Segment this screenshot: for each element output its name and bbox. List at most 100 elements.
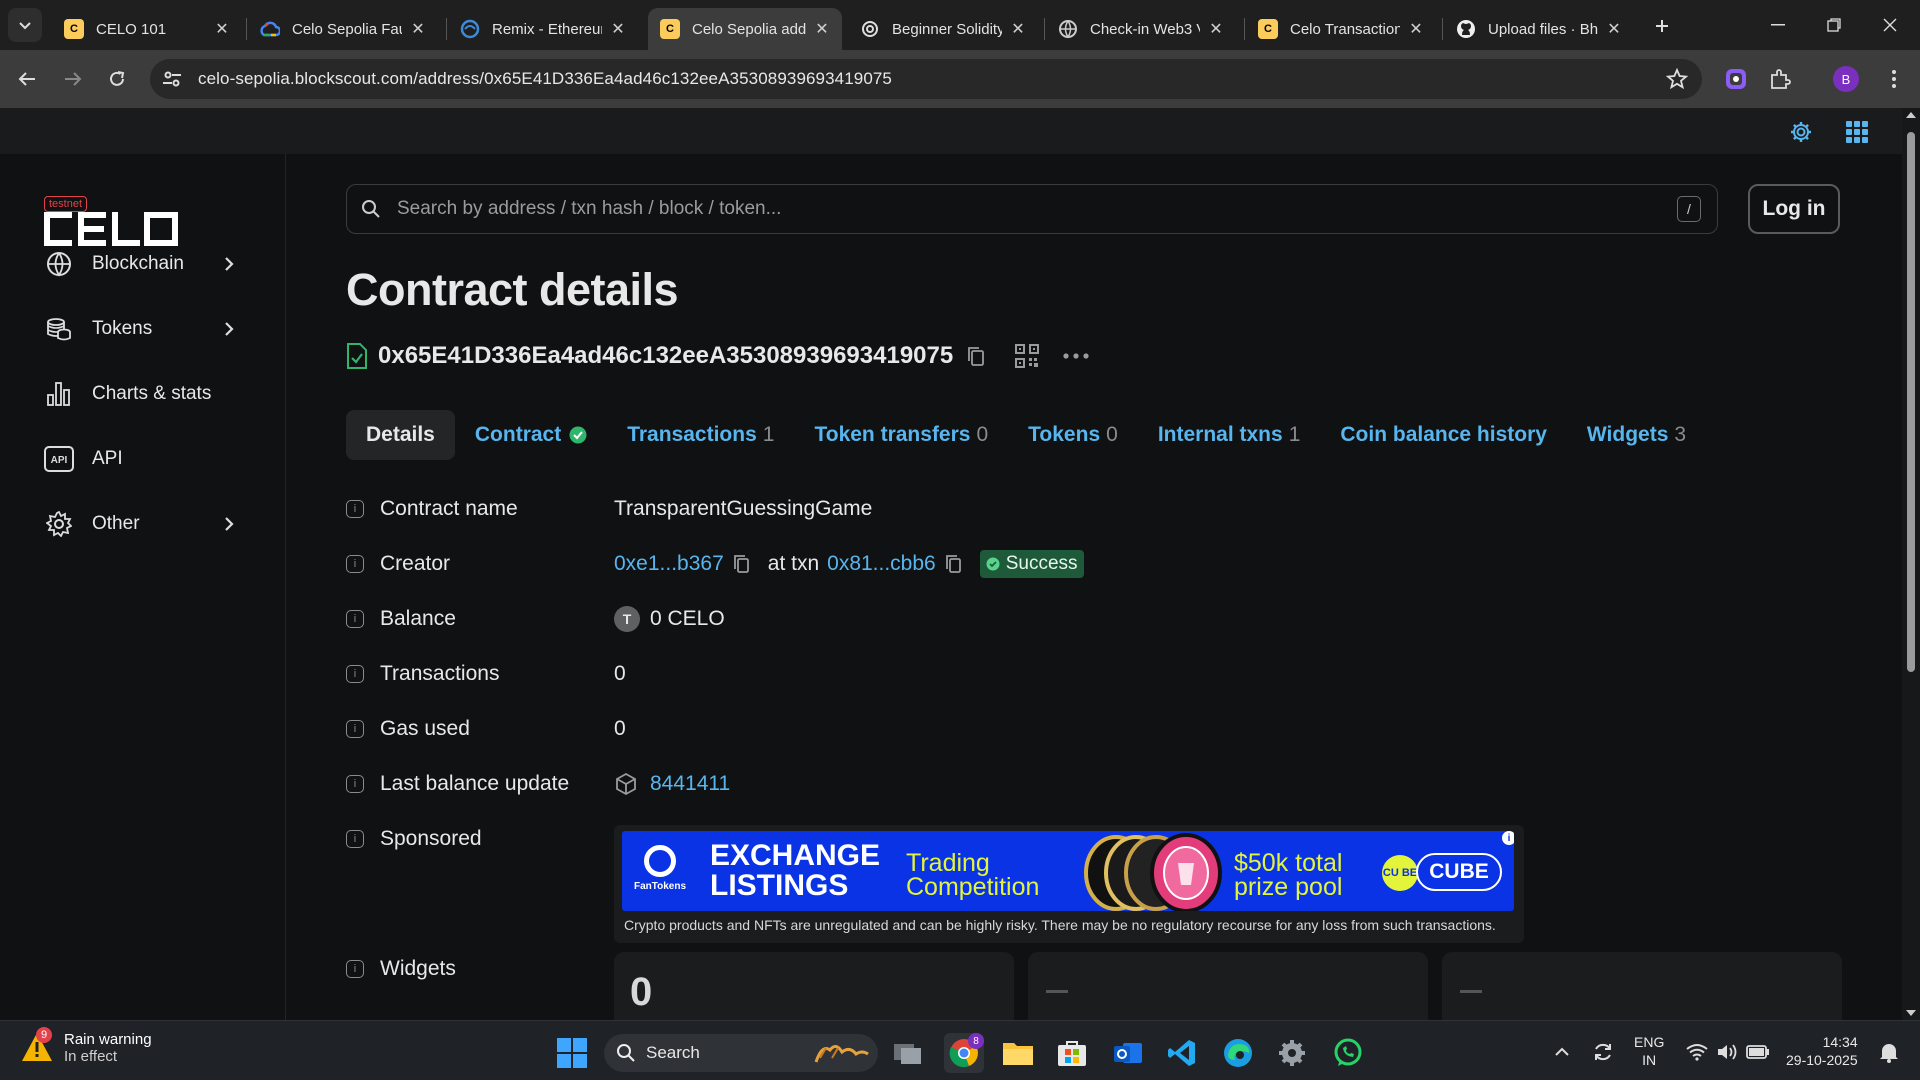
new-tab-button[interactable] — [1648, 12, 1676, 40]
bookmark-star-icon[interactable] — [1666, 68, 1688, 90]
edge-icon[interactable] — [1218, 1033, 1258, 1073]
tab-coin-balance-history[interactable]: Coin balance history — [1320, 410, 1567, 460]
sidebar-item-other[interactable]: Other — [44, 504, 244, 544]
tab-token-transfers[interactable]: Token transfers 0 — [794, 410, 1008, 460]
info-icon[interactable]: i — [346, 960, 364, 978]
widget-card[interactable]: 0 — [614, 952, 1014, 1020]
close-icon[interactable]: ✕ — [1208, 19, 1224, 39]
copy-icon[interactable] — [945, 554, 962, 574]
sidebar-item-tokens[interactable]: Tokens — [44, 309, 244, 349]
browser-tab[interactable]: C Celo Transaction ✕ — [1246, 8, 1436, 50]
taskbar-search[interactable]: Search — [604, 1034, 878, 1072]
info-icon[interactable]: i — [346, 500, 364, 518]
extensions-puzzle-icon[interactable] — [1764, 63, 1796, 95]
system-clock[interactable]: 14:34 29-10-2025 — [1786, 1033, 1858, 1069]
ad-info-icon[interactable]: i — [1502, 831, 1514, 845]
close-icon[interactable]: ✕ — [1010, 19, 1026, 39]
scrollbar-thumb[interactable] — [1907, 132, 1915, 672]
browser-menu-button[interactable] — [1878, 63, 1910, 95]
ad-image[interactable]: FanTokens EXCHANGE LISTINGS Trading Comp… — [622, 831, 1514, 911]
browser-tab[interactable]: C CELO 101 ✕ — [52, 8, 242, 50]
widget-card[interactable] — [1028, 952, 1428, 1020]
sponsored-ad-banner[interactable]: FanTokens EXCHANGE LISTINGS Trading Comp… — [614, 825, 1524, 943]
sidebar-item-blockchain[interactable]: Blockchain — [44, 244, 244, 284]
qr-code-icon[interactable] — [1015, 344, 1040, 368]
profile-avatar[interactable]: B — [1830, 63, 1862, 95]
tab-transactions[interactable]: Transactions 1 — [607, 410, 794, 460]
close-icon[interactable]: ✕ — [214, 19, 230, 39]
browser-tab[interactable]: Beginner Solidity ✕ — [848, 8, 1038, 50]
copy-icon[interactable] — [733, 554, 750, 574]
vscode-icon[interactable] — [1162, 1033, 1202, 1073]
notification-bell-icon[interactable] — [1874, 1035, 1904, 1069]
whatsapp-icon[interactable] — [1328, 1033, 1368, 1073]
contract-verified-icon — [346, 343, 368, 369]
address-bar[interactable]: celo-sepolia.blockscout.com/address/0x65… — [150, 59, 1702, 99]
sync-icon[interactable] — [1588, 1035, 1618, 1069]
info-icon[interactable]: i — [346, 610, 364, 628]
sidebar-item-charts-stats[interactable]: Charts & stats — [44, 374, 244, 414]
microsoft-store-icon[interactable] — [1052, 1033, 1092, 1073]
more-horizontal-icon[interactable] — [1063, 353, 1089, 359]
close-icon[interactable]: ✕ — [1408, 19, 1424, 39]
extension-icon[interactable] — [1720, 63, 1752, 95]
tab-contract[interactable]: Contract — [455, 410, 607, 460]
browser-tab[interactable]: Upload files · Bh ✕ — [1444, 8, 1634, 50]
bar-chart-icon — [44, 379, 74, 409]
close-window-button[interactable] — [1872, 10, 1908, 40]
check-circle-icon — [986, 557, 1000, 571]
minimize-button[interactable] — [1760, 10, 1796, 40]
forward-button[interactable] — [56, 62, 90, 96]
info-icon[interactable]: i — [346, 720, 364, 738]
creator-address-link[interactable]: 0xe1...b367 — [614, 552, 724, 576]
wifi-icon[interactable] — [1684, 1035, 1710, 1069]
task-view-icon[interactable] — [888, 1033, 928, 1073]
chevron-up-icon[interactable] — [1550, 1035, 1574, 1069]
login-button[interactable]: Log in — [1748, 184, 1840, 234]
close-icon[interactable]: ✕ — [1606, 19, 1622, 39]
restore-button[interactable] — [1816, 10, 1852, 40]
weather-widget[interactable]: 9 Rain warning In effect — [20, 1027, 152, 1065]
close-icon[interactable]: ✕ — [814, 19, 830, 39]
browser-tab[interactable]: Celo Sepolia Fau ✕ — [248, 8, 438, 50]
volume-icon[interactable] — [1714, 1035, 1740, 1069]
widget-card[interactable] — [1442, 952, 1842, 1020]
chrome-taskbar-icon[interactable]: 8 — [944, 1033, 984, 1073]
celo-logo[interactable] — [44, 212, 178, 246]
detail-row-widgets: i Widgets — [346, 954, 614, 984]
sidebar-item-api[interactable]: API API — [44, 439, 244, 479]
tab-tokens[interactable]: Tokens 0 — [1008, 410, 1138, 460]
browser-tab[interactable]: Check-in Web3 V ✕ — [1046, 8, 1236, 50]
apps-grid-icon[interactable] — [1842, 117, 1872, 147]
info-icon[interactable]: i — [346, 665, 364, 683]
browser-tab[interactable]: Remix - Ethereum ✕ — [448, 8, 638, 50]
start-button[interactable] — [552, 1033, 592, 1073]
info-icon[interactable]: i — [346, 830, 364, 848]
settings-icon[interactable] — [1272, 1033, 1312, 1073]
cube-button[interactable]: CUBE — [1416, 853, 1502, 891]
input-language[interactable]: ENG IN — [1634, 1033, 1664, 1069]
search-input[interactable]: Search by address / txn hash / block / t… — [346, 184, 1718, 234]
site-settings-icon[interactable] — [162, 70, 184, 88]
close-icon[interactable]: ✕ — [610, 19, 626, 39]
outlook-icon[interactable] — [1108, 1033, 1148, 1073]
tab-widgets[interactable]: Widgets 3 — [1567, 410, 1706, 460]
page-scrollbar[interactable] — [1902, 108, 1920, 1020]
tab-details[interactable]: Details — [346, 410, 455, 460]
settings-gear-icon[interactable] — [1786, 117, 1816, 147]
creation-txn-link[interactable]: 0x81...cbb6 — [827, 552, 936, 576]
file-explorer-icon[interactable] — [998, 1033, 1038, 1073]
copy-icon[interactable] — [967, 346, 985, 366]
info-icon[interactable]: i — [346, 775, 364, 793]
close-icon[interactable]: ✕ — [410, 19, 426, 39]
tab-internal-txns[interactable]: Internal txns 1 — [1138, 410, 1321, 460]
tab-search-button[interactable] — [8, 8, 42, 42]
browser-tab-active[interactable]: C Celo Sepolia add ✕ — [648, 8, 842, 50]
reload-button[interactable] — [100, 62, 134, 96]
celo-logo-icon — [44, 212, 178, 246]
row-label: Creator — [380, 552, 451, 575]
info-icon[interactable]: i — [346, 555, 364, 573]
block-number-link[interactable]: 8441411 — [650, 772, 730, 796]
back-button[interactable] — [10, 62, 44, 96]
battery-icon[interactable] — [1744, 1035, 1772, 1069]
